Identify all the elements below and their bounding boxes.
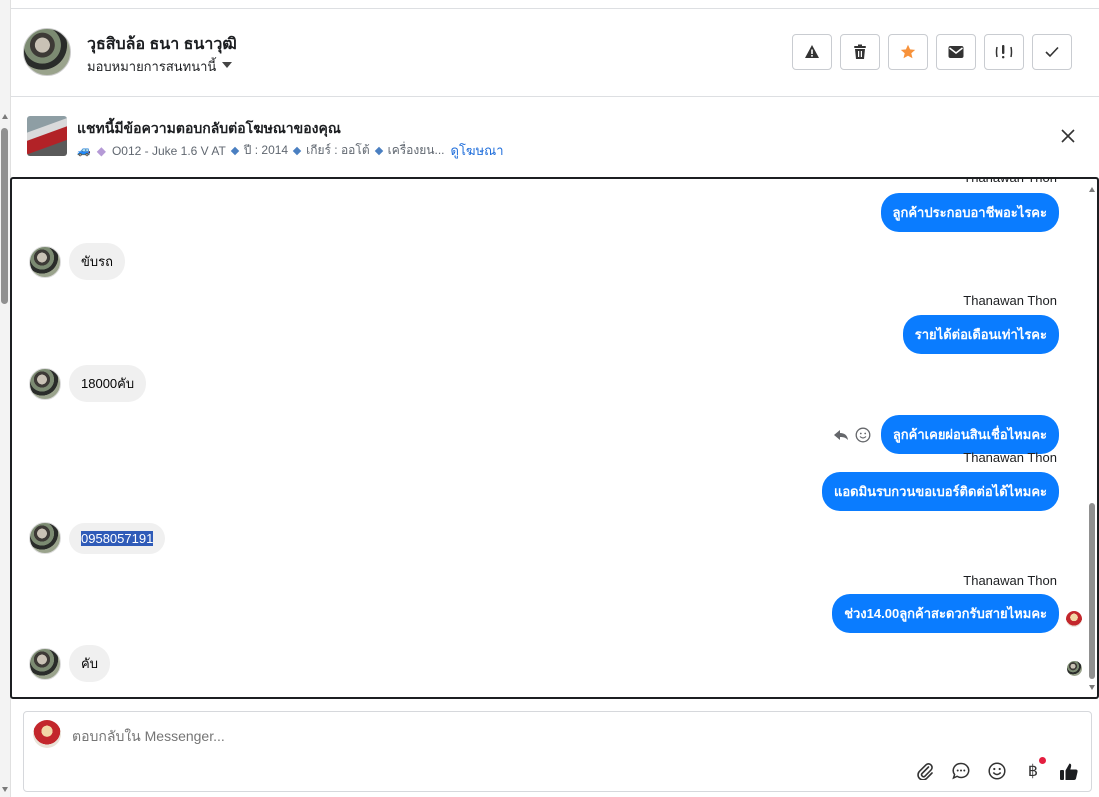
spam-button[interactable] xyxy=(984,34,1024,70)
reply-input[interactable] xyxy=(72,728,872,744)
trash-icon xyxy=(854,44,866,59)
message-bubble[interactable]: รายได้ต่อเดือนเท่าไรคะ xyxy=(902,315,1059,354)
message-bubble[interactable]: 18000คับ xyxy=(69,365,147,402)
emoji-button[interactable] xyxy=(987,761,1007,781)
page-avatar xyxy=(33,720,61,748)
composer-toolbar: ฿ xyxy=(915,757,1079,781)
attach-button[interactable] xyxy=(915,761,935,781)
scroll-down-arrow[interactable] xyxy=(1089,685,1095,690)
scroll-up-arrow[interactable] xyxy=(1089,187,1095,192)
sender-name: Thanawan Thon xyxy=(963,450,1057,465)
emoji-icon xyxy=(988,762,1006,780)
outgoing-message[interactable]: แอดมินรบกวนขอเบอร์ติดต่อได้ไหมคะ xyxy=(821,472,1059,511)
incoming-message[interactable]: คับ xyxy=(29,645,110,682)
scroll-down-arrow[interactable] xyxy=(2,787,8,792)
listing-name: O012 - Juke 1.6 V AT xyxy=(111,143,226,158)
separator-dot-icon xyxy=(230,146,240,155)
contact-avatar[interactable] xyxy=(29,367,61,400)
thread-scrollbar[interactable] xyxy=(1087,179,1097,697)
message-thread[interactable]: Thanawan Thon ลูกค้าประกอบอาชีพอะไรคะ ขั… xyxy=(10,177,1099,699)
paperclip-icon xyxy=(917,763,933,780)
ad-reply-banner: แชทนี้มีข้อความตอบกลับต่อโฆษณาของคุณ 🚙 ◆… xyxy=(11,97,1099,177)
exclamation-icon xyxy=(995,45,1013,59)
sender-name: Thanawan Thon xyxy=(963,177,1057,185)
message-bubble[interactable]: ขับรถ xyxy=(69,243,125,280)
read-receipt-avatar xyxy=(1066,611,1082,627)
message-bubble[interactable]: ลูกค้าประกอบอาชีพอะไรคะ xyxy=(880,193,1059,232)
listing-year: ปี : 2014 xyxy=(243,143,289,157)
chat-bubble-icon xyxy=(952,762,970,780)
contact-avatar[interactable] xyxy=(23,28,71,76)
contact-avatar[interactable] xyxy=(29,522,61,554)
incoming-message[interactable]: 0958057191 xyxy=(29,522,166,554)
delete-button[interactable] xyxy=(840,34,880,70)
ad-banner-title: แชทนี้มีข้อความตอบกลับต่อโฆษณาของคุณ xyxy=(77,120,341,136)
warning-icon xyxy=(805,45,819,58)
notification-dot xyxy=(1039,757,1046,764)
assign-conversation-dropdown[interactable]: มอบหมายการสนทนานี้ xyxy=(87,56,233,77)
selected-text[interactable]: 0958057191 xyxy=(81,530,154,546)
incoming-message[interactable]: 18000คับ xyxy=(29,365,147,402)
listing-engine: เครื่องยน... xyxy=(387,143,445,157)
listing-gear: เกียร์ : ออโต้ xyxy=(306,143,370,157)
message-bubble[interactable]: ลูกค้าเคยผ่อนสินเชื่อไหมคะ xyxy=(880,415,1059,454)
car-icon: 🚙 xyxy=(77,145,91,157)
contact-name[interactable]: วุธสิบล้อ ธนา ธนาวุฒิ xyxy=(87,32,237,57)
scroll-up-arrow[interactable] xyxy=(2,114,8,119)
ad-listing-details: 🚙 ◆ O012 - Juke 1.6 V AT ปี : 2014 เกียร… xyxy=(77,140,504,161)
saved-replies-button[interactable] xyxy=(951,761,971,781)
outgoing-message[interactable]: รายได้ต่อเดือนเท่าไรคะ xyxy=(902,315,1059,354)
caret-down-icon xyxy=(222,61,233,68)
reply-icon[interactable] xyxy=(833,428,849,442)
report-button[interactable] xyxy=(792,34,832,70)
message-bubble[interactable]: ช่วง14.00ลูกค้าสะดวกรับสายไหมคะ xyxy=(832,594,1059,633)
mark-unread-button[interactable] xyxy=(936,34,976,70)
like-button[interactable] xyxy=(1059,761,1079,781)
emoji-reaction-icon[interactable] xyxy=(855,427,871,443)
check-icon xyxy=(1045,46,1059,58)
baht-icon: ฿ xyxy=(1027,763,1039,780)
done-button[interactable] xyxy=(1032,34,1072,70)
message-hover-actions xyxy=(833,427,871,443)
outgoing-message[interactable]: ลูกค้าเคยผ่อนสินเชื่อไหมคะ xyxy=(833,415,1059,454)
assign-label: มอบหมายการสนทนานี้ xyxy=(87,59,217,74)
star-icon xyxy=(900,44,916,59)
payment-button[interactable]: ฿ xyxy=(1023,757,1046,781)
ad-car-thumbnail[interactable] xyxy=(27,116,67,156)
message-bubble[interactable]: 0958057191 xyxy=(69,522,166,554)
outgoing-message[interactable]: ลูกค้าประกอบอาชีพอะไรคะ xyxy=(880,193,1059,232)
incoming-message[interactable]: ขับรถ xyxy=(29,243,125,280)
tag-icon: ◆ xyxy=(96,143,106,158)
sender-name: Thanawan Thon xyxy=(963,573,1057,588)
seen-avatar xyxy=(1067,661,1082,676)
separator-dot-icon xyxy=(374,146,383,155)
scrollbar-thumb[interactable] xyxy=(1089,503,1095,679)
close-icon[interactable] xyxy=(1059,127,1077,145)
header-actions xyxy=(792,34,1072,70)
envelope-icon xyxy=(948,46,964,58)
sender-name: Thanawan Thon xyxy=(963,293,1057,308)
message-bubble[interactable]: แอดมินรบกวนขอเบอร์ติดต่อได้ไหมคะ xyxy=(821,472,1059,511)
thumbs-up-icon xyxy=(1060,763,1078,780)
conversation-header: วุธสิบล้อ ธนา ธนาวุฒิ มอบหมายการสนทนานี้ xyxy=(11,8,1099,97)
contact-avatar[interactable] xyxy=(29,647,61,680)
scrollbar-thumb[interactable] xyxy=(1,128,8,304)
star-button[interactable] xyxy=(888,34,928,70)
message-composer: ฿ xyxy=(23,711,1092,792)
messenger-conversation-panel: วุธสิบล้อ ธนา ธนาวุฒิ มอบหมายการสนทนานี้ xyxy=(0,0,1099,797)
contact-avatar[interactable] xyxy=(29,245,61,278)
outgoing-message[interactable]: ช่วง14.00ลูกค้าสะดวกรับสายไหมคะ xyxy=(832,594,1059,633)
view-ad-link[interactable]: ดูโฆษณา xyxy=(451,140,504,161)
separator-dot-icon xyxy=(292,146,302,155)
message-bubble[interactable]: คับ xyxy=(69,645,110,682)
